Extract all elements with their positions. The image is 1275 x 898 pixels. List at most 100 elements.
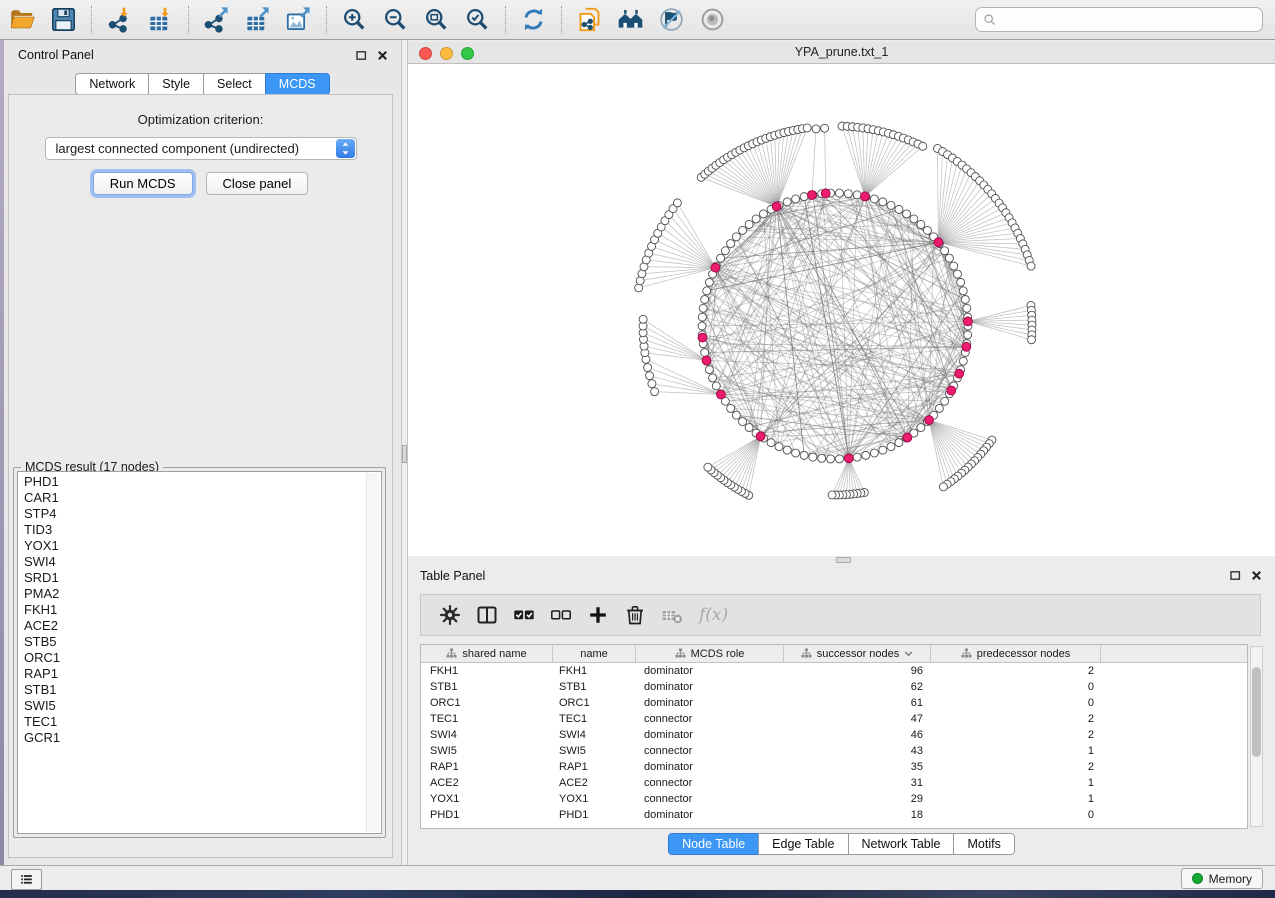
graph-node[interactable] [639, 315, 647, 323]
network-graph[interactable] [408, 64, 1275, 556]
delete-icon[interactable] [623, 603, 647, 627]
close-panel-icon[interactable] [1251, 570, 1262, 581]
columns-icon[interactable] [475, 603, 499, 627]
graph-node[interactable] [879, 198, 887, 206]
graph-dominator-node[interactable] [756, 432, 765, 441]
open-file-icon[interactable] [9, 6, 36, 33]
minimize-window-icon[interactable] [440, 47, 453, 60]
graph-node[interactable] [812, 125, 820, 133]
graph-node[interactable] [800, 451, 808, 459]
graph-node[interactable] [709, 374, 717, 382]
close-panel-button[interactable]: Close panel [206, 172, 309, 195]
graph-node[interactable] [835, 455, 843, 463]
graph-node[interactable] [835, 189, 843, 197]
column-header-successor-nodes[interactable]: successor nodes [784, 645, 931, 662]
table-scrollbar[interactable] [1250, 646, 1263, 827]
graph-dominator-node[interactable] [955, 369, 964, 378]
graph-node[interactable] [950, 262, 958, 270]
graph-node[interactable] [775, 443, 783, 451]
mcds-result-item[interactable]: CAR1 [19, 490, 366, 506]
graph-node[interactable] [879, 446, 887, 454]
graph-dominator-node[interactable] [962, 342, 971, 351]
graph-node[interactable] [803, 124, 811, 132]
graph-node[interactable] [745, 424, 753, 432]
mcds-result-item[interactable]: PHD1 [19, 474, 366, 490]
export-image-icon[interactable] [285, 6, 312, 33]
graph-node[interactable] [917, 424, 925, 432]
tab-mcds[interactable]: MCDS [265, 73, 330, 95]
graph-dominator-node[interactable] [845, 454, 854, 463]
table-row[interactable]: ACE2ACE2connector311 [421, 775, 1247, 791]
import-network-icon[interactable] [106, 6, 133, 33]
graph-node[interactable] [698, 322, 706, 330]
graph-node[interactable] [939, 483, 947, 491]
graph-node[interactable] [828, 491, 836, 499]
float-panel-icon[interactable] [356, 50, 367, 61]
graph-node[interactable] [739, 418, 747, 426]
float-panel-icon[interactable] [1230, 570, 1241, 581]
mcds-result-item[interactable]: TEC1 [19, 714, 366, 730]
tab-network-table[interactable]: Network Table [848, 833, 955, 855]
mcds-result-item[interactable]: STB1 [19, 682, 366, 698]
graph-dominator-node[interactable] [808, 191, 817, 200]
column-header-mcds-role[interactable]: MCDS role [636, 645, 784, 662]
graph-node[interactable] [705, 366, 713, 374]
close-panel-icon[interactable] [377, 50, 388, 61]
graph-node[interactable] [698, 313, 706, 321]
graph-dominator-node[interactable] [925, 416, 934, 425]
graph-node[interactable] [705, 278, 713, 286]
tab-motifs[interactable]: Motifs [953, 833, 1014, 855]
graph-node[interactable] [704, 463, 712, 471]
tab-style[interactable]: Style [148, 73, 204, 95]
task-history-button[interactable] [11, 869, 42, 890]
graph-node[interactable] [699, 304, 707, 312]
graph-dominator-node[interactable] [772, 202, 781, 211]
graph-node[interactable] [800, 193, 808, 201]
graph-node[interactable] [862, 451, 870, 459]
mcds-result-item[interactable]: GCR1 [19, 730, 366, 746]
graph-dominator-node[interactable] [903, 433, 912, 442]
graph-node[interactable] [767, 439, 775, 447]
export-network-icon[interactable] [203, 6, 230, 33]
hide-graphics-details-icon[interactable] [658, 6, 685, 33]
close-window-icon[interactable] [419, 47, 432, 60]
graph-node[interactable] [809, 453, 817, 461]
table-row[interactable]: TEC1TEC1connector472 [421, 711, 1247, 727]
search-input[interactable] [1002, 12, 1256, 28]
table-row[interactable]: RAP1RAP1dominator352 [421, 759, 1247, 775]
graph-node[interactable] [721, 247, 729, 255]
search-box[interactable] [975, 7, 1263, 32]
graph-node[interactable] [739, 226, 747, 234]
table-row[interactable]: ORC1ORC1dominator610 [421, 695, 1247, 711]
network-window-titlebar[interactable]: YPA_prune.txt_1 [408, 42, 1275, 64]
graph-dominator-node[interactable] [821, 189, 830, 198]
table-row[interactable]: STB1STB1dominator620 [421, 679, 1247, 695]
graph-dominator-node[interactable] [861, 192, 870, 201]
graph-node[interactable] [963, 304, 971, 312]
graph-node[interactable] [644, 364, 652, 372]
zoom-fit-icon[interactable] [423, 6, 450, 33]
graph-dominator-node[interactable] [934, 238, 943, 247]
tab-select[interactable]: Select [203, 73, 266, 95]
horizontal-splitter[interactable] [408, 556, 1275, 563]
graph-node[interactable] [759, 210, 767, 218]
graph-dominator-node[interactable] [717, 390, 726, 399]
graph-node[interactable] [923, 226, 931, 234]
graph-node[interactable] [732, 233, 740, 241]
column-header-shared-name[interactable]: shared name [421, 645, 553, 662]
mcds-list-scrollbar[interactable] [366, 473, 380, 832]
graph-node[interactable] [821, 124, 829, 132]
maximize-window-icon[interactable] [461, 47, 474, 60]
graph-dominator-node[interactable] [702, 356, 711, 365]
graph-node[interactable] [727, 240, 735, 248]
clone-network-icon[interactable] [576, 6, 603, 33]
table-row[interactable]: FKH1FKH1dominator962 [421, 663, 1247, 679]
graph-node[interactable] [651, 388, 659, 396]
mcds-result-item[interactable]: SWI4 [19, 554, 366, 570]
table-row[interactable]: SWI5SWI5connector431 [421, 743, 1247, 759]
graph-node[interactable] [953, 270, 961, 278]
graph-node[interactable] [903, 210, 911, 218]
add-icon[interactable] [586, 603, 610, 627]
graph-node[interactable] [752, 215, 760, 223]
mcds-result-item[interactable]: TID3 [19, 522, 366, 538]
